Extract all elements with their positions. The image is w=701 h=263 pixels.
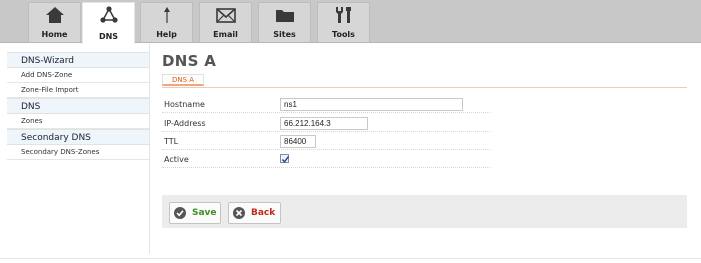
pin-icon	[163, 7, 170, 23]
sidebar-item-zones[interactable]: Zones	[7, 114, 149, 129]
sidebar-heading-dns: DNS	[7, 98, 149, 114]
nav-tab-tools[interactable]: Tools	[317, 2, 370, 42]
hostname-label: Hostname	[164, 100, 205, 109]
hostname-row: Hostname	[162, 96, 490, 113]
active-checkbox[interactable]	[280, 154, 290, 163]
nav-tab-dns[interactable]: DNS	[82, 2, 135, 44]
ip-address-field[interactable]	[280, 117, 368, 130]
nav-tab-help[interactable]: Help	[140, 2, 193, 42]
tab-underline	[162, 87, 687, 88]
check-icon	[281, 156, 290, 163]
save-button[interactable]: Save	[169, 202, 221, 224]
ttl-label: TTL	[164, 137, 179, 146]
page-title: DNS A	[162, 52, 217, 70]
sidebar-heading-secondary-dns: Secondary DNS	[7, 129, 149, 145]
nav-tab-sites[interactable]: Sites	[258, 2, 311, 42]
tab-dns-a[interactable]: DNS A	[162, 74, 205, 86]
home-icon	[45, 7, 64, 23]
checkmark-circle-icon	[174, 207, 186, 219]
nav-tab-label: Help	[156, 30, 177, 39]
ip-address-row: IP-Address	[162, 115, 490, 132]
nav-tab-home[interactable]: Home	[28, 2, 81, 42]
back-label: Back	[251, 208, 276, 218]
back-button[interactable]: Back	[228, 202, 281, 224]
sidebar-divider	[149, 44, 150, 254]
ttl-row: TTL	[162, 133, 490, 150]
nav-tab-label: Email	[213, 30, 238, 39]
sidebar-item-secondary-dns-zones[interactable]: Secondary DNS-Zones	[7, 145, 149, 160]
footer-divider	[0, 258, 701, 259]
nav-tab-label: Tools	[332, 30, 355, 39]
ttl-field[interactable]	[280, 135, 316, 148]
sidebar-item-add-dns-zone[interactable]: Add DNS-Zone	[7, 68, 149, 83]
hostname-field[interactable]	[280, 98, 463, 111]
network-icon	[99, 6, 118, 23]
active-row: Active	[162, 151, 490, 168]
tools-icon	[335, 7, 351, 23]
sidebar-heading-dns-wizard: DNS-Wizard	[7, 52, 149, 68]
ip-address-label: IP-Address	[164, 119, 206, 128]
nav-tab-email[interactable]: Email	[199, 2, 252, 42]
nav-tab-label: Sites	[273, 30, 296, 39]
button-bar: Save Back	[162, 195, 687, 228]
folder-icon	[275, 10, 294, 22]
save-label: Save	[192, 208, 217, 218]
nav-tab-label: DNS	[98, 32, 119, 41]
cancel-circle-icon	[233, 207, 245, 219]
sidebar: DNS-Wizard Add DNS-Zone Zone-File Import…	[7, 52, 149, 160]
sidebar-item-zone-file-import[interactable]: Zone-File Import	[7, 83, 149, 98]
top-navigation: Home DNS Help Email Sites Tools	[0, 0, 701, 44]
envelope-icon	[215, 8, 236, 23]
active-label: Active	[164, 155, 189, 164]
nav-tab-label: Home	[41, 30, 68, 39]
